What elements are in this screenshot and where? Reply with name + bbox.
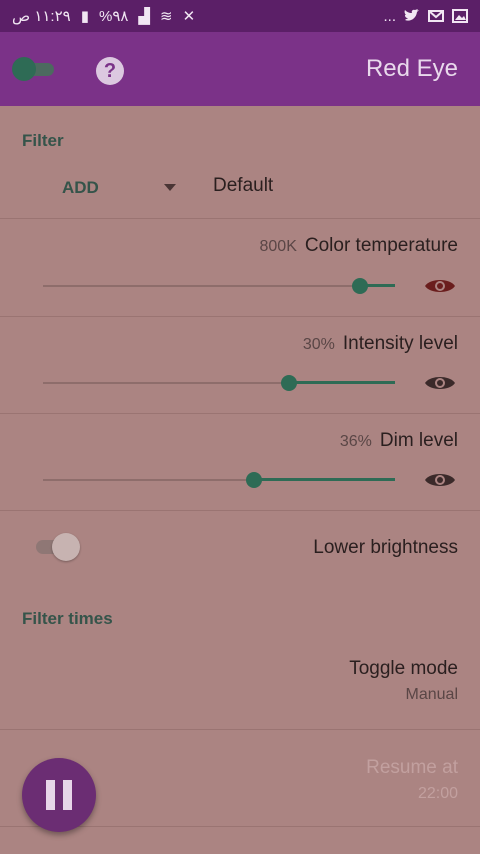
slider-track	[43, 285, 395, 287]
color-temperature-label: Color temperature	[304, 235, 458, 256]
wifi-icon: ≋	[160, 8, 173, 25]
toggle-switch-icon	[12, 57, 36, 81]
intensity-slider[interactable]	[43, 372, 395, 394]
battery-level: %٩٨	[98, 8, 129, 25]
filter-row: ADD Default	[0, 170, 480, 204]
help-icon[interactable]: ?	[96, 57, 124, 85]
divider	[0, 316, 480, 317]
toggle-mode-value: Manual	[405, 686, 458, 703]
filter-mode-dropdown[interactable]: ADD	[62, 178, 99, 198]
filter-times-section-title: Filter times	[22, 609, 113, 628]
status-time: ١١:٢٩ ص	[12, 8, 71, 25]
twitter-icon	[404, 9, 419, 21]
pause-button[interactable]	[22, 758, 96, 832]
resume-at-value: 22:00	[417, 785, 458, 802]
toggle-mode-label[interactable]: Toggle mode	[349, 658, 458, 680]
slider-fill	[254, 478, 395, 481]
lower-brightness-switch[interactable]	[36, 533, 82, 561]
overflow-indicator: ...	[383, 7, 396, 25]
dim-slider[interactable]	[43, 469, 395, 491]
dropdown-arrow-icon[interactable]	[164, 184, 176, 191]
signal-icon: ▟	[138, 8, 150, 25]
color-temperature-label-row: 800K Color temperature	[260, 235, 459, 257]
divider	[0, 510, 480, 511]
filter-toggle-switch[interactable]	[12, 57, 54, 81]
pause-icon-bar	[63, 780, 72, 810]
color-temperature-slider[interactable]	[43, 275, 395, 297]
dim-label-row: 36% Dim level	[340, 430, 458, 452]
slider-fill	[289, 381, 395, 384]
intensity-label: Intensity level	[342, 333, 458, 354]
resume-at-label[interactable]: Resume at	[366, 757, 458, 779]
eye-icon[interactable]	[424, 470, 456, 490]
lower-brightness-label[interactable]: Lower brightness	[313, 537, 458, 559]
intensity-value: 30%	[302, 336, 335, 353]
dim-value: 36%	[339, 433, 372, 450]
eye-icon[interactable]	[424, 373, 456, 393]
slider-knob[interactable]	[281, 375, 298, 391]
pause-icon	[46, 780, 55, 810]
filter-section-title: Filter	[22, 131, 64, 150]
status-bar-right: ...	[383, 8, 468, 25]
status-bar: ١١:٢٩ ص ▮ %٩٨ ▟ ≋ ✕ ...	[0, 0, 480, 32]
app-title: Red Eye	[365, 55, 458, 82]
switch-thumb	[52, 533, 80, 561]
filter-preset[interactable]: Default	[213, 175, 273, 197]
divider	[0, 729, 480, 730]
slider-knob[interactable]	[246, 472, 263, 488]
color-temperature-value: 800K	[259, 238, 297, 255]
divider	[0, 413, 480, 414]
mail-icon	[428, 10, 444, 22]
slider-knob[interactable]	[351, 278, 368, 294]
divider	[0, 218, 480, 219]
image-icon	[452, 9, 468, 23]
eye-icon[interactable]	[424, 276, 456, 296]
mute-icon: ✕	[182, 8, 196, 25]
status-bar-left: ١١:٢٩ ص ▮ %٩٨ ▟ ≋ ✕	[12, 7, 195, 25]
battery-icon: ▮	[80, 8, 89, 25]
intensity-label-row: 30% Intensity level	[303, 333, 458, 355]
dim-label: Dim level	[379, 430, 458, 451]
